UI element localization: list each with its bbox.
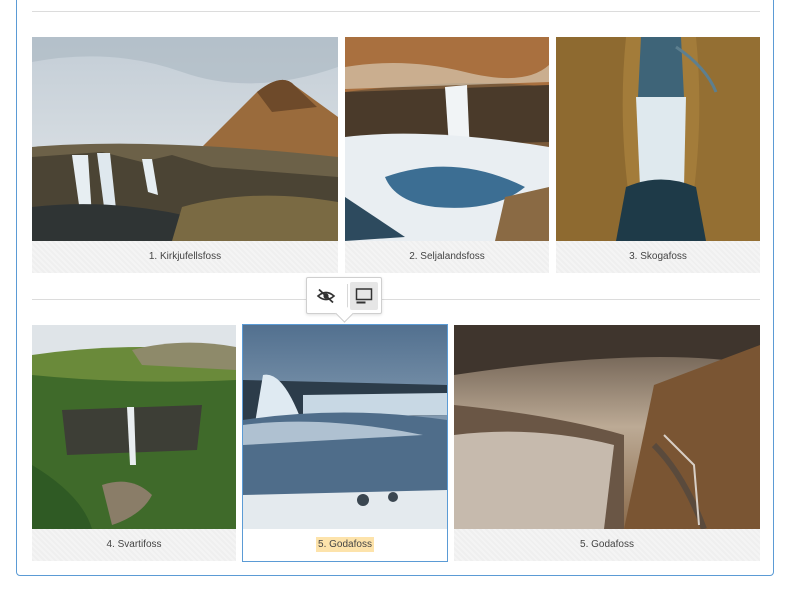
image-toolbar: [306, 277, 382, 323]
caption[interactable]: 4. Svartifoss: [32, 529, 236, 561]
caption-text-highlight[interactable]: 5. Godafoss: [316, 537, 374, 552]
gallery-item-5-selected[interactable]: 5. Godafoss: [242, 324, 448, 562]
hide-caption-button[interactable]: [312, 282, 340, 310]
caption[interactable]: 3. Skogafoss: [556, 241, 760, 273]
gallery-item-6[interactable]: 5. Godafoss: [454, 325, 760, 561]
photo-kirkjufellsfoss: [32, 37, 338, 241]
divider-top: [32, 11, 760, 12]
caption[interactable]: 5. Godafoss: [454, 529, 760, 561]
caption-toggle-icon: [355, 288, 373, 304]
caption[interactable]: 1. Kirkjufellsfoss: [32, 241, 338, 273]
caption-selected[interactable]: 5. Godafoss: [243, 529, 447, 561]
gallery-item-1[interactable]: 1. Kirkjufellsfoss: [32, 37, 338, 273]
eye-off-icon: [316, 288, 336, 304]
photo-seljalandsfoss: [345, 37, 549, 241]
photo-godafoss-blue: [243, 325, 447, 529]
gallery-item-2[interactable]: 2. Seljalandsfoss: [345, 37, 549, 273]
caption[interactable]: 2. Seljalandsfoss: [345, 241, 549, 273]
divider-middle: [32, 299, 760, 300]
photo-godafoss-sepia: [454, 325, 760, 529]
toolbar-separator: [347, 284, 348, 308]
gallery-item-3[interactable]: 3. Skogafoss: [556, 37, 760, 273]
toggle-caption-button[interactable]: [350, 282, 378, 310]
photo-skogafoss: [556, 37, 760, 241]
photo-svartifoss: [32, 325, 236, 529]
gallery-item-4[interactable]: 4. Svartifoss: [32, 325, 236, 561]
